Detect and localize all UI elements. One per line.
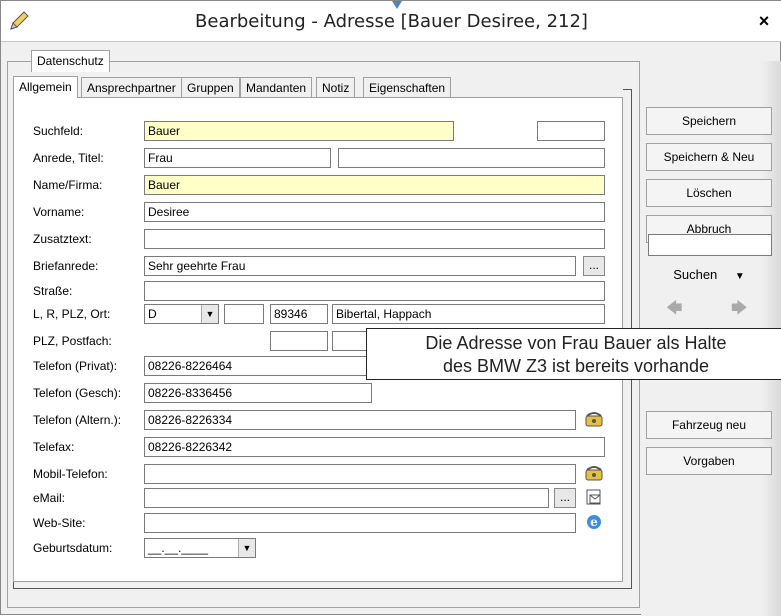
postfach-plz-input[interactable] [270, 331, 328, 351]
label-plzpostfach: PLZ, Postfach: [33, 334, 112, 348]
svg-text:e: e [590, 515, 598, 529]
label-geburtsdatum: Geburtsdatum: [33, 541, 113, 555]
tab-ansprechpartner[interactable]: Ansprechpartner [81, 77, 182, 97]
label-strasse: Straße: [33, 284, 73, 298]
arrow-left-icon[interactable]: 🡄 [666, 297, 683, 324]
vorname-input[interactable]: Desiree [144, 202, 605, 222]
label-website: Web-Site: [33, 516, 86, 530]
label-briefanrede: Briefanrede: [33, 259, 99, 273]
title-bar: Bearbeitung - Adresse [Bauer Desiree, 21… [1, 1, 781, 42]
region-input[interactable] [224, 304, 264, 324]
suchen-label: Suchen [673, 267, 718, 282]
geburtsdatum-value: __.__.____ [148, 541, 209, 555]
label-mobil: Mobil-Telefon: [33, 467, 108, 481]
mobil-input[interactable] [144, 464, 576, 484]
mobile-phone-icon[interactable] [583, 464, 605, 484]
label-lrplzort: L, R, PLZ, Ort: [33, 307, 111, 321]
label-zusatztext: Zusatztext: [33, 232, 92, 246]
suchfeld-input[interactable]: Bauer [144, 121, 454, 141]
briefanrede-browse-button[interactable]: ... [583, 256, 605, 276]
annotation-callout: Die Adresse von Frau Bauer als Halte des… [366, 328, 781, 380]
suchfeld2-input[interactable] [537, 121, 605, 141]
tab-eigenschaften[interactable]: Eigenschaften [363, 77, 452, 97]
tab-notiz[interactable]: Notiz [316, 77, 356, 97]
label-vorname: Vorname: [33, 205, 85, 219]
close-button[interactable]: × [752, 9, 776, 33]
label-telaltern: Telefon (Altern.): [33, 413, 122, 427]
website-input[interactable] [144, 513, 576, 533]
fahrzeug-neu-button[interactable]: Fahrzeug neu [646, 411, 772, 439]
label-telefax: Telefax: [33, 440, 75, 454]
chevron-down-icon: ▼ [734, 271, 745, 282]
suchen-button[interactable]: Suchen ▼ [646, 261, 772, 289]
land-value: D [148, 307, 157, 321]
tab-allgemein[interactable]: Allgemein [13, 76, 78, 98]
land-select[interactable]: D ▼ [144, 304, 219, 324]
label-email: eMail: [33, 491, 66, 505]
search-input[interactable] [648, 234, 772, 256]
label-suchfeld: Suchfeld: [33, 124, 84, 138]
telprivat-input[interactable]: 08226-8226464 [144, 356, 372, 376]
titel-input[interactable] [338, 148, 605, 168]
briefanrede-input[interactable]: Sehr geehrte Frau [144, 256, 576, 276]
ort-input[interactable]: Bibertal, Happach [332, 304, 605, 324]
label-name: Name/Firma: [33, 178, 103, 192]
annotation-line-1: Die Adresse von Frau Bauer als Halte [425, 333, 727, 353]
telefax-input[interactable]: 08226-8226342 [144, 437, 605, 457]
plz-input[interactable]: 89346 [270, 304, 328, 324]
label-telgesch: Telefon (Gesch): [33, 386, 122, 400]
nav-arrows: 🡄 🡆 [651, 295, 771, 317]
telaltern-input[interactable]: 08226-8226334 [144, 410, 576, 430]
email-input[interactable] [144, 488, 549, 508]
tab-gruppen[interactable]: Gruppen [181, 77, 240, 97]
telgesch-input[interactable]: 08226-8336456 [144, 383, 372, 403]
name-input[interactable]: Bauer [144, 175, 605, 195]
address-edit-window: Bearbeitung - Adresse [Bauer Desiree, 21… [0, 0, 781, 616]
window-title: Bearbeitung - Adresse [Bauer Desiree, 21… [195, 11, 588, 32]
caret-marker-icon [392, 1, 402, 9]
loeschen-button[interactable]: Löschen [646, 179, 772, 207]
speichern-button[interactable]: Speichern [646, 107, 772, 135]
phone-icon[interactable] [583, 410, 605, 430]
internet-explorer-icon[interactable]: e [583, 513, 605, 533]
email-icon[interactable] [583, 488, 605, 508]
speichern-neu-button[interactable]: Speichern & Neu [646, 143, 772, 171]
geburtsdatum-picker[interactable]: __.__.____ ▼ [144, 538, 256, 558]
chevron-down-icon[interactable]: ▼ [201, 305, 218, 323]
chevron-down-icon[interactable]: ▼ [238, 539, 255, 557]
panel-shadow-bottom [13, 581, 632, 589]
tab-mandanten[interactable]: Mandanten [240, 77, 313, 97]
arrow-right-icon[interactable]: 🡆 [731, 297, 748, 324]
anrede-input[interactable]: Frau [144, 148, 331, 168]
label-anrede: Anrede, Titel: [33, 151, 104, 165]
email-browse-button[interactable]: ... [554, 488, 576, 508]
zusatztext-input[interactable] [144, 229, 605, 249]
tab-datenschutz[interactable]: Datenschutz [31, 50, 110, 72]
vorgaben-button[interactable]: Vorgaben [646, 447, 772, 475]
label-telprivat: Telefon (Privat): [33, 359, 118, 373]
annotation-line-2: des BMW Z3 ist bereits vorhande [442, 356, 710, 376]
strasse-input[interactable] [144, 281, 605, 301]
